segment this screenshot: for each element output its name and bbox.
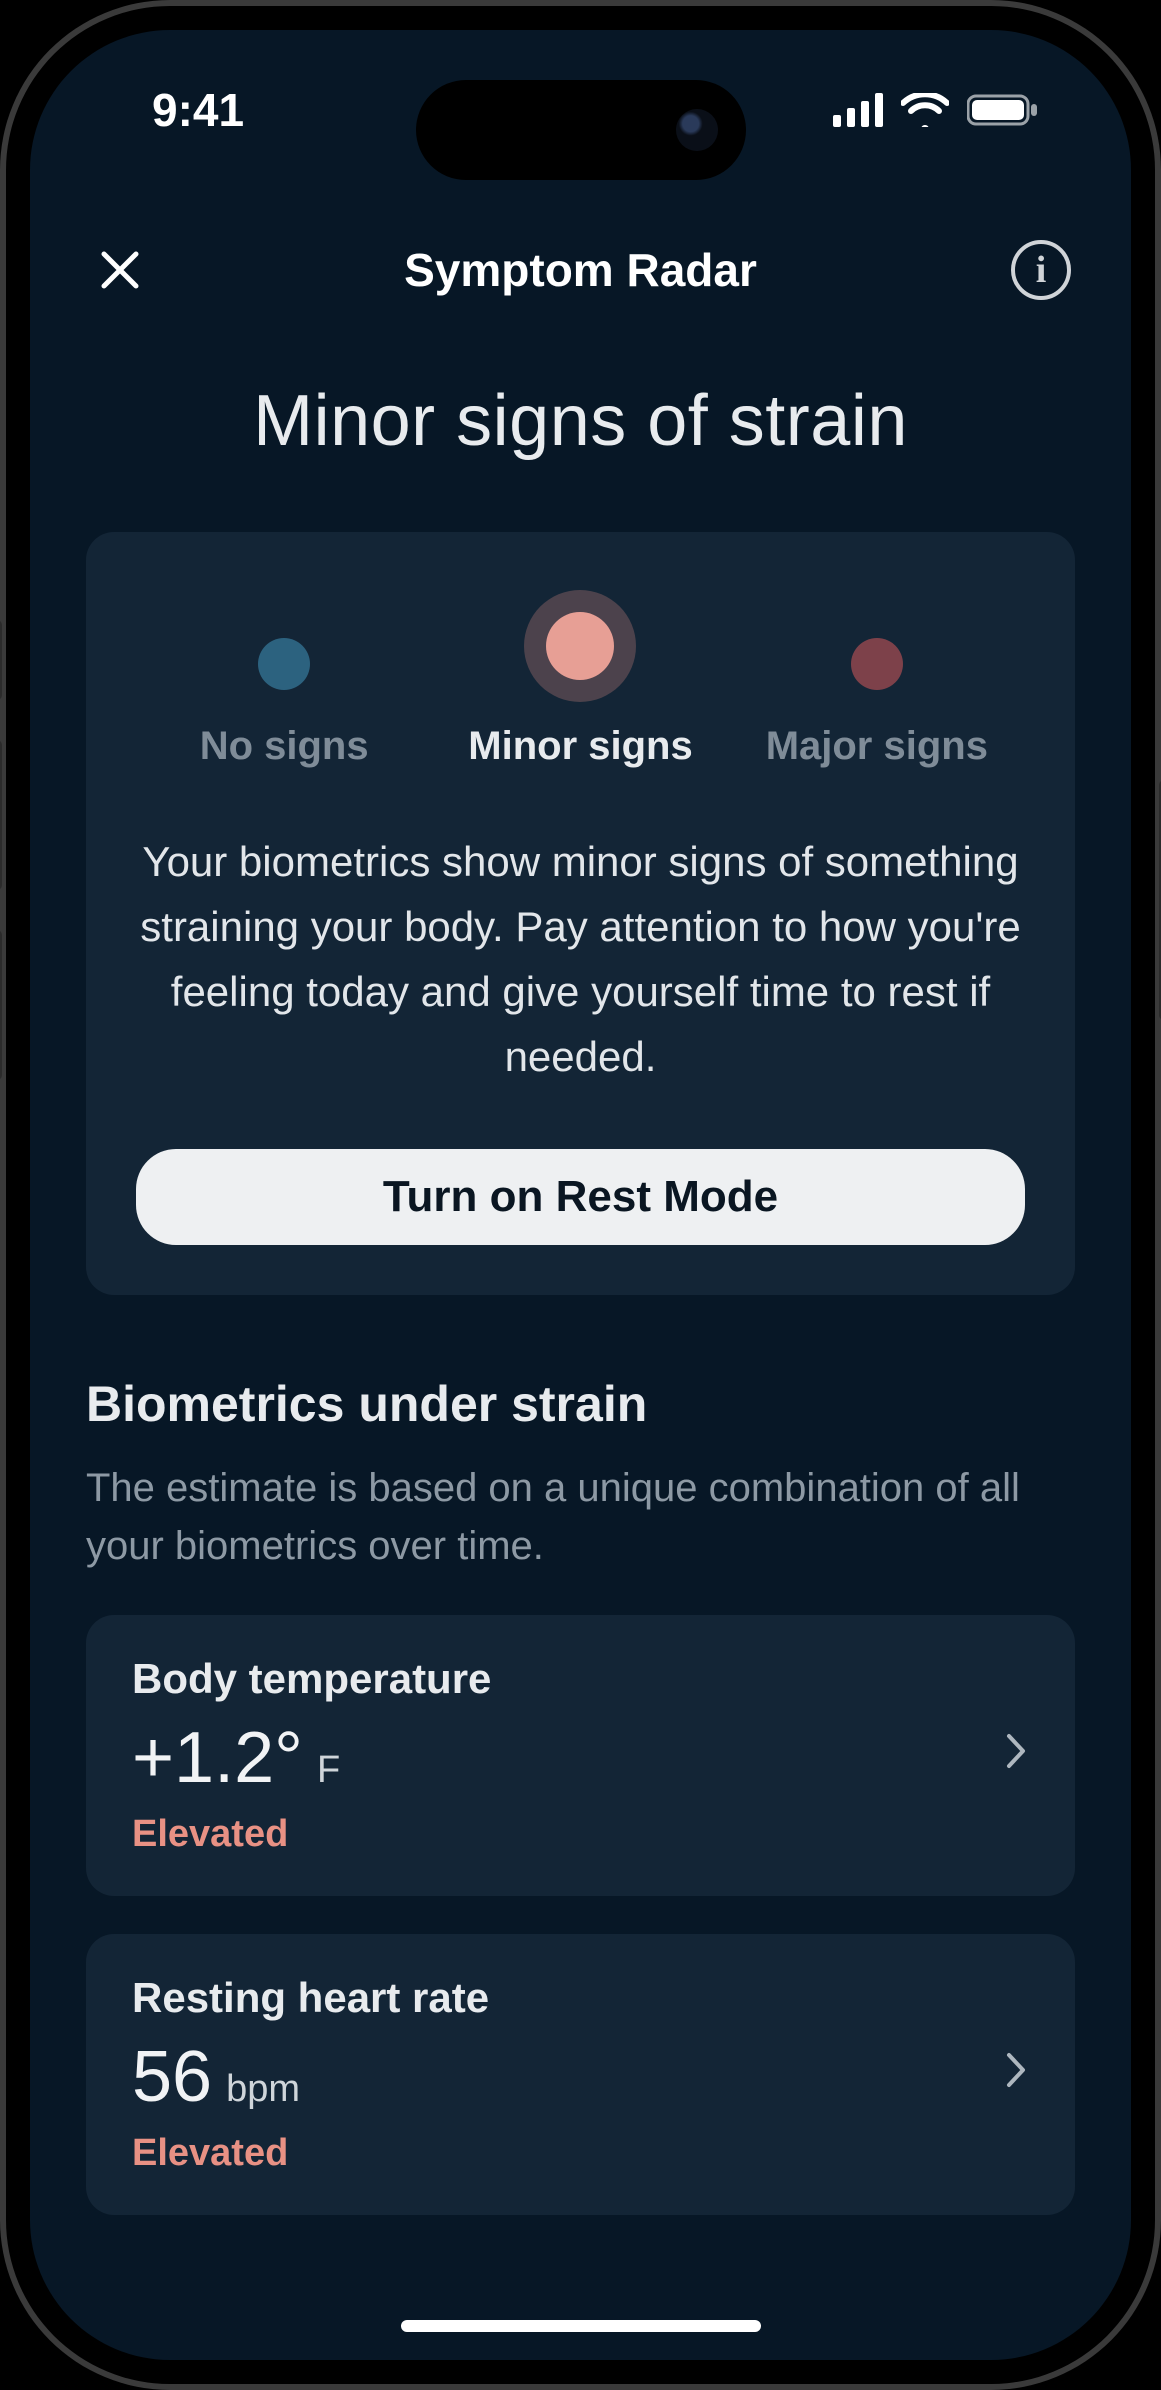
legend-major-signs: Major signs [729, 638, 1025, 769]
metric-unit: F [317, 1749, 340, 1792]
chevron-right-icon [1005, 1732, 1029, 1780]
info-button[interactable]: i [1011, 240, 1071, 300]
metric-name: Body temperature [132, 1655, 491, 1703]
status-time: 9:41 [152, 83, 244, 137]
legend-minor-signs: Minor signs [432, 602, 728, 769]
dot-minor-signs [546, 612, 614, 680]
battery-icon [967, 93, 1039, 127]
metric-resting-heart-rate[interactable]: Resting heart rate 56 bpm Elevated [86, 1934, 1075, 2215]
side-buttons [0, 620, 2, 1020]
metric-status: Elevated [132, 1813, 491, 1856]
dot-no-signs [258, 638, 310, 690]
section-subtitle: The estimate is based on a unique combin… [86, 1459, 1075, 1575]
nav-bar: Symptom Radar i [30, 220, 1131, 320]
nav-title: Symptom Radar [404, 243, 757, 297]
legend-label: Minor signs [468, 724, 692, 769]
metric-body-temperature[interactable]: Body temperature +1.2° F Elevated [86, 1615, 1075, 1896]
legend-no-signs: No signs [136, 638, 432, 769]
home-indicator[interactable] [401, 2320, 761, 2332]
cellular-icon [833, 93, 883, 127]
dot-major-signs [851, 638, 903, 690]
info-icon: i [1036, 248, 1047, 292]
metric-unit: bpm [226, 2068, 300, 2111]
metric-name: Resting heart rate [132, 1974, 489, 2022]
summary-description: Your biometrics show minor signs of some… [140, 829, 1021, 1089]
section-title: Biometrics under strain [86, 1375, 1075, 1433]
rest-mode-button[interactable]: Turn on Rest Mode [136, 1149, 1025, 1245]
metric-value: +1.2° [132, 1717, 303, 1799]
metric-status: Elevated [132, 2132, 489, 2175]
phone-frame: 9:41 [0, 0, 1161, 2390]
close-button[interactable] [90, 240, 150, 300]
biometrics-section: Biometrics under strain The estimate is … [86, 1375, 1075, 2215]
page-title: Minor signs of strain [86, 380, 1075, 462]
legend-label: Major signs [766, 724, 988, 769]
legend-label: No signs [200, 724, 369, 769]
dynamic-island [416, 80, 746, 180]
screen: 9:41 [30, 30, 1131, 2360]
metric-value: 56 [132, 2036, 212, 2118]
status-icons [833, 93, 1039, 127]
content: Minor signs of strain No signs Minor sig… [30, 340, 1131, 2360]
chevron-right-icon [1005, 2051, 1029, 2099]
summary-card: No signs Minor signs Major signs Your bi… [86, 532, 1075, 1295]
severity-legend: No signs Minor signs Major signs [136, 602, 1025, 769]
wifi-icon [901, 93, 949, 127]
